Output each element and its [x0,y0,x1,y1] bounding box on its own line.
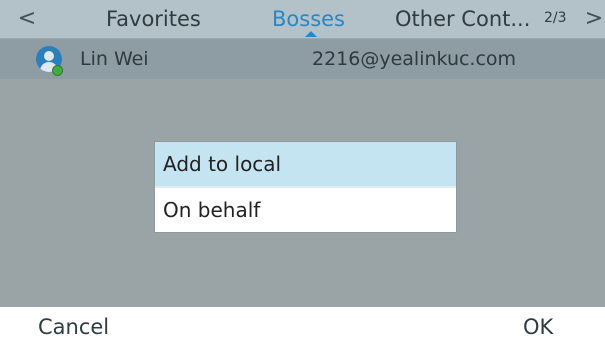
tab-bar: < Favorites Bosses Other Cont... 2/3 > [0,0,605,39]
chevron-right-icon[interactable]: > [583,4,605,32]
active-tab-indicator [305,31,317,37]
chevron-left-icon[interactable]: < [16,4,38,32]
contact-email: 2216@yealinkuc.com [312,48,517,70]
menu-item-add-to-local[interactable]: Add to local [155,142,456,186]
contact-name: Lin Wei [80,48,149,70]
softkey-bar: Cancel OK [0,307,605,347]
page-indicator: 2/3 [544,10,567,26]
option-menu: Add to local On behalf [155,142,456,232]
contact-row[interactable]: Lin Wei 2216@yealinkuc.com [0,39,605,79]
cancel-softkey[interactable]: Cancel [38,307,109,347]
avatar-head [44,51,54,61]
ok-softkey[interactable]: OK [523,307,553,347]
presence-status-icon [52,65,63,76]
phone-screen: < Favorites Bosses Other Cont... 2/3 > L… [0,0,605,347]
tab-other-contacts[interactable]: Other Cont... [395,0,530,38]
menu-item-on-behalf[interactable]: On behalf [155,188,456,232]
tab-favorites[interactable]: Favorites [106,0,201,38]
